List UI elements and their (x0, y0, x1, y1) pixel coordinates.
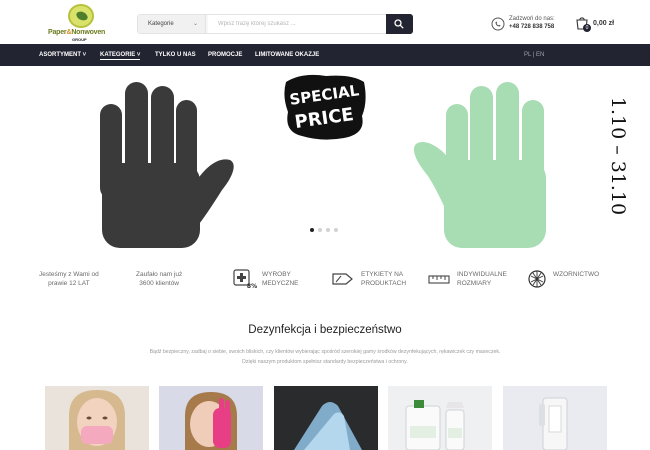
feature-medical: WYROBY MEDYCZNE (262, 271, 299, 288)
disinfectant-bottles-image (405, 400, 465, 450)
phone-contact[interactable]: Zadzwoń do nas: +48 728 838 758 (491, 16, 561, 36)
logo-wordmark: Paper&Nonwoven (48, 29, 106, 36)
promo-date-text: 1.10 – 31.10 (607, 97, 629, 215)
lang-separator: | (532, 52, 535, 58)
slider-dot-4[interactable] (334, 228, 338, 232)
slider-dot-3[interactable] (326, 228, 330, 232)
category-select[interactable]: Kategorie ⌄ (138, 15, 206, 33)
search-icon (394, 19, 404, 29)
nav-item-asortyment[interactable]: ASORTYMENT ˅ (39, 52, 86, 58)
logo[interactable]: Paper&Nonwoven GROUP (48, 4, 114, 42)
slider-dot-2[interactable] (318, 228, 322, 232)
blue-gloves-product-card[interactable] (274, 386, 378, 450)
phone-support-icon (491, 17, 505, 31)
phone-number: +48 728 838 758 (509, 24, 555, 30)
feature-years: Jesteśmy z Wami od prawie 12 LAT (39, 271, 99, 288)
section-title: Dezynfekcja i bezpieczeństwo (248, 324, 402, 336)
feature-clients: Zaufało nam już 3600 klientów (136, 271, 183, 288)
chevron-down-icon: ⌄ (192, 21, 198, 27)
pattern-icon (528, 270, 546, 288)
promo-date: 1.10 – 31.10 (607, 97, 629, 215)
green-glove-image (413, 82, 546, 248)
mask-product-card[interactable] (45, 386, 149, 450)
lang-pl[interactable]: PL (524, 52, 531, 58)
label-tag-icon (332, 273, 353, 285)
disinfectant-product-card[interactable] (388, 386, 492, 450)
language-switcher: PL | EN (524, 52, 544, 58)
black-glove-image (100, 82, 234, 248)
main-nav: ASORTYMENT ˅ KATEGORIE ˅ TYLKO U NAS PRO… (0, 44, 650, 66)
slider-dots (310, 228, 340, 234)
nav-item-tylko-u-nas[interactable]: TYLKO U NAS (155, 52, 196, 58)
feature-pattern: WZORNICTWO (553, 271, 600, 278)
medical-vat-label: 8% (247, 283, 257, 289)
phone-label: Zadzwoń do nas: (509, 16, 555, 22)
search-bar: Kategorie ⌄ (137, 14, 413, 34)
gloves-product-card[interactable] (159, 386, 263, 450)
header: Paper&Nonwoven GROUP Kategorie ⌄ Zadzwoń… (0, 0, 650, 44)
dispenser-image (539, 397, 568, 450)
hero-slider[interactable]: SPECIAL PRICE 1.10 – 31.10 (0, 66, 650, 248)
cart[interactable]: 0 0,00 zł (575, 16, 625, 34)
feature-labels: ETYKIETY NA PRODUKTACH (361, 271, 407, 288)
cart-total: 0,00 zł (593, 20, 615, 27)
pink-gloves-image (185, 392, 237, 450)
search-button[interactable] (386, 14, 413, 34)
lang-en[interactable]: EN (536, 52, 544, 58)
medical-box-icon: 8% (233, 269, 257, 289)
feature-sizes: INDYWIDUALNE ROZMIARY (457, 271, 507, 288)
nav-item-limitowane-okazje[interactable]: LIMITOWANE OKAZJE (255, 52, 319, 58)
nav-item-kategorie[interactable]: KATEGORIE ˅ (100, 52, 141, 60)
nav-item-promocje[interactable]: PROMOCJE (208, 52, 242, 58)
section-description: Bądź bezpieczny, zadbaj o siebie, swoich… (149, 349, 501, 365)
logo-subtitle: GROUP (72, 37, 87, 42)
cart-count-badge: 0 (583, 24, 591, 32)
blue-gloves-image (294, 402, 362, 450)
search-input[interactable] (208, 15, 386, 33)
logo-seal-icon (68, 4, 94, 28)
dispenser-product-card[interactable] (503, 386, 607, 450)
slider-dot-1[interactable] (310, 228, 314, 232)
face-mask-image (69, 390, 125, 450)
ruler-icon (428, 275, 450, 284)
special-price-badge: SPECIAL PRICE (284, 74, 366, 140)
